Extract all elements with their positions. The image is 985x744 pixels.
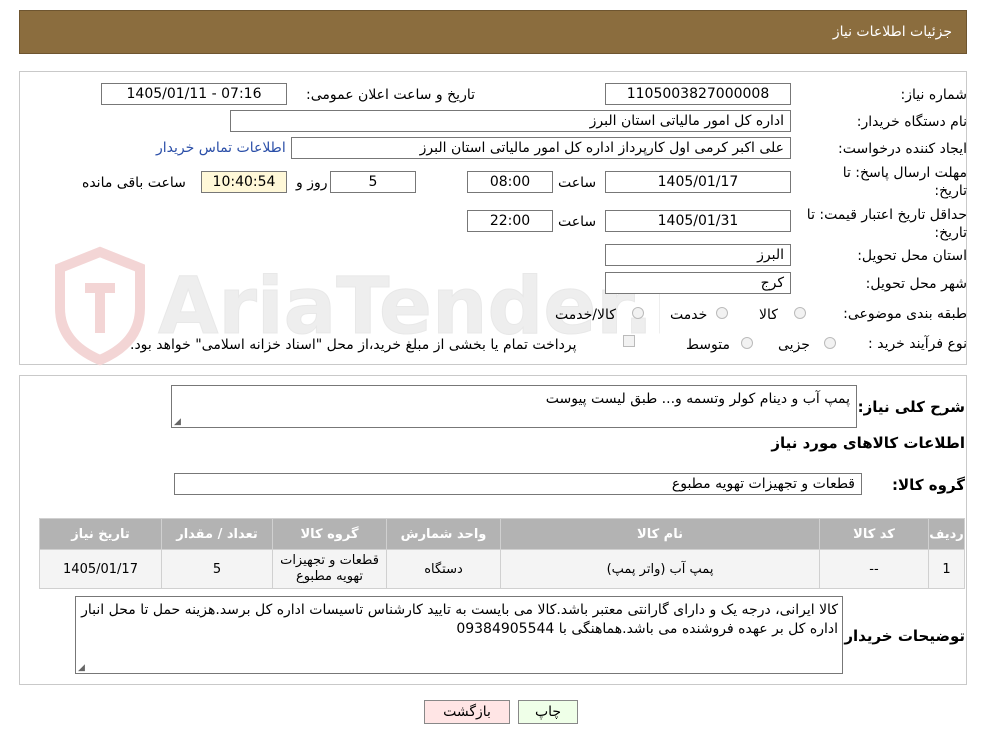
back-button[interactable]: بازگشت	[424, 700, 510, 724]
deadline-time-label: ساعت	[558, 175, 597, 191]
buyer-notes-label: توضیحات خریدار:	[838, 627, 965, 645]
cell-goods-code: --	[819, 549, 929, 589]
validity-time-label: ساعت	[558, 214, 597, 230]
col-quantity: تعداد / مقدار	[161, 518, 273, 550]
deadline-label: مهلت ارسال پاسخ: تا تاریخ:	[842, 165, 967, 199]
treasury-payment-checkbox[interactable]	[623, 335, 635, 347]
days-field: 5	[330, 171, 416, 193]
buyer-contact-link[interactable]: اطلاعات تماس خریدار	[156, 140, 286, 156]
city-field: کرج	[605, 272, 791, 294]
col-goods-group: گروه کالا	[272, 518, 387, 550]
buyer-notes-text: کالا ایرانی، درجه یک و دارای گارانتی معت…	[81, 602, 838, 637]
need-number-field: 1105003827000008	[605, 83, 791, 105]
process-option-medium: متوسط	[686, 337, 730, 353]
col-unit: واحد شمارش	[386, 518, 501, 550]
process-label: نوع فرآیند خرید :	[868, 336, 967, 352]
print-button[interactable]: چاپ	[518, 700, 578, 724]
need-description-text: پمپ آب و دینام کولر وتسمه و... طبق لیست …	[545, 391, 850, 407]
creator-label: ایجاد کننده درخواست:	[838, 141, 967, 157]
page-title: جزئیات اطلاعات نیاز	[832, 24, 952, 40]
remaining-label: ساعت باقی مانده	[82, 175, 186, 191]
col-need-date: تاریخ نیاز	[39, 518, 162, 550]
category-label: طبقه بندی موضوعی:	[843, 306, 967, 322]
items-table-header: تاریخ نیاز تعداد / مقدار گروه کالا واحد …	[39, 518, 965, 550]
col-goods-name: نام کالا	[500, 518, 820, 550]
table-row: 1405/01/17 5 قطعات و تجهیزات تهویه مطبوع…	[39, 549, 965, 589]
col-goods-code: کد کالا	[819, 518, 929, 550]
category-option-goods: کالا	[759, 307, 778, 323]
buyer-notes-field: کالا ایرانی، درجه یک و دارای گارانتی معت…	[75, 596, 843, 674]
treasury-payment-note: پرداخت تمام یا بخشی از مبلغ خرید،از محل …	[130, 337, 577, 353]
announce-field: 1405/01/11 - 07:16	[101, 83, 287, 105]
goods-group-field: قطعات و تجهیزات تهویه مطبوع	[174, 473, 862, 495]
deadline-time-field: 08:00	[467, 171, 553, 193]
days-label: روز و	[296, 175, 328, 191]
goods-info-title: اطلاعات کالاهای مورد نیاز	[771, 434, 965, 452]
cell-goods-name: پمپ آب (واتر پمپ)	[500, 549, 820, 589]
validity-time-field: 22:00	[467, 210, 553, 232]
resize-handle-icon[interactable]: ◢	[174, 418, 181, 427]
cell-quantity: 5	[161, 549, 273, 589]
category-option-service: خدمت	[670, 307, 708, 323]
process-radio-medium[interactable]	[741, 337, 753, 349]
province-label: استان محل تحویل:	[857, 248, 967, 264]
announce-label: تاریخ و ساعت اعلان عمومی:	[306, 87, 475, 103]
col-row: ردیف	[928, 518, 965, 550]
process-radio-minor[interactable]	[824, 337, 836, 349]
items-table: تاریخ نیاز تعداد / مقدار گروه کالا واحد …	[39, 518, 965, 589]
need-description-label: شرح کلی نیاز:	[857, 398, 965, 416]
cell-need-date: 1405/01/17	[39, 549, 162, 589]
province-field: البرز	[605, 244, 791, 266]
cell-row-number: 1	[928, 549, 965, 589]
category-radio-goods[interactable]	[794, 307, 806, 319]
goods-group-label: گروه کالا:	[892, 476, 965, 494]
process-option-minor: جزیی	[778, 337, 810, 353]
validity-label: حداقل تاریخ اعتبار قیمت: تا تاریخ:	[806, 207, 967, 241]
need-description-field: پمپ آب و دینام کولر وتسمه و... طبق لیست …	[171, 385, 857, 428]
category-radio-goods-service[interactable]	[632, 307, 644, 319]
buyer-org-field: اداره کل امور مالیاتی استان البرز	[230, 110, 791, 132]
validity-date-field: 1405/01/31	[605, 210, 791, 232]
buyer-org-label: نام دستگاه خریدار:	[856, 114, 967, 130]
category-option-goods-service: کالا/خدمت	[555, 307, 616, 323]
resize-handle-icon[interactable]: ◢	[78, 664, 85, 673]
cell-goods-group: قطعات و تجهیزات تهویه مطبوع	[272, 549, 387, 589]
deadline-date-field: 1405/01/17	[605, 171, 791, 193]
need-number-label: شماره نیاز:	[900, 87, 968, 103]
category-radio-service[interactable]	[716, 307, 728, 319]
cell-unit: دستگاه	[386, 549, 501, 589]
creator-field: علی اکبر کرمی اول کارپرداز اداره کل امور…	[291, 137, 791, 159]
page-header: جزئیات اطلاعات نیاز	[19, 10, 967, 54]
city-label: شهر محل تحویل:	[865, 276, 967, 292]
remaining-time-field: 10:40:54	[201, 171, 287, 193]
